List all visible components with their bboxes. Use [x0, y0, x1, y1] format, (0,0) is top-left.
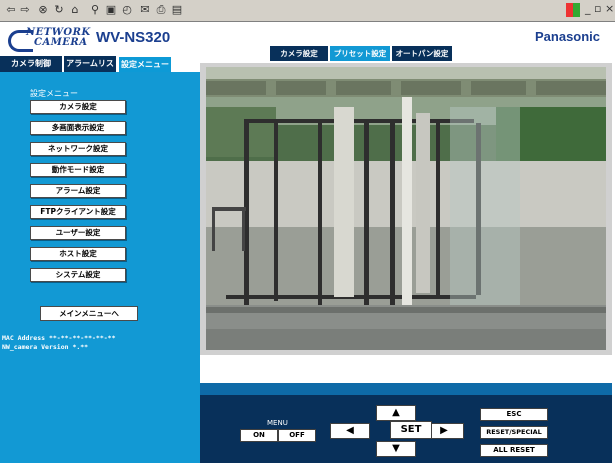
forward-icon[interactable]: ⇨ — [18, 3, 32, 17]
set-button[interactable]: SET — [390, 421, 432, 439]
print-icon[interactable]: ⎙ — [154, 3, 168, 17]
control-panel-header — [200, 383, 612, 395]
camera-view-frame — [200, 63, 612, 355]
reset-special-button[interactable]: RESET/SPECIAL — [480, 426, 548, 439]
menu-system-settings-button[interactable]: システム設定 — [30, 268, 126, 282]
menu-alarm-settings-button[interactable]: アラーム設定 — [30, 184, 126, 198]
tab-alarm-list[interactable]: アラームリスト — [64, 56, 116, 84]
favorites-icon[interactable]: ▣ — [104, 3, 118, 17]
tab-settings-menu[interactable]: 設定メニュー — [118, 56, 172, 72]
mail-icon[interactable]: ✉ — [138, 3, 152, 17]
menu-multiscreen-settings-button[interactable]: 多画面表示設定 — [30, 121, 126, 135]
all-reset-button[interactable]: ALL RESET — [480, 444, 548, 457]
home-icon[interactable]: ⌂ — [68, 3, 82, 17]
tab-preset-settings[interactable]: プリセット設定 — [330, 46, 390, 61]
menu-host-settings-button[interactable]: ホスト設定 — [30, 247, 126, 261]
version-text: NW_camera Version *.** — [2, 343, 89, 351]
tab-autopan-settings[interactable]: オートパン設定 — [392, 46, 452, 61]
main-menu-button[interactable]: メインメニューへ — [40, 306, 138, 321]
tab-camera-settings[interactable]: カメラ設定 — [270, 46, 328, 61]
search-icon[interactable]: ⚲ — [88, 3, 102, 17]
edit-icon[interactable]: ▤ — [170, 3, 184, 17]
history-icon[interactable]: ◴ — [120, 3, 134, 17]
refresh-icon[interactable]: ↻ — [52, 3, 66, 17]
menu-ftp-client-button[interactable]: FTPクライアント設定 — [30, 205, 126, 219]
browser-toolbar: ⇦ ⇨ ⊗ ↻ ⌂ ⚲ ▣ ◴ ✉ ⎙ ▤ _ ▫ × — [0, 0, 615, 22]
back-icon[interactable]: ⇦ — [4, 3, 18, 17]
window-controls[interactable]: _ ▫ × — [585, 2, 614, 15]
model-name: WV-NS320 — [96, 29, 171, 46]
tab-camera-control[interactable]: カメラ制御 — [0, 56, 62, 72]
stop-icon[interactable]: ⊗ — [36, 3, 50, 17]
left-arrow-button[interactable]: ◀ — [330, 423, 370, 439]
mac-address-text: MAC Address **-**-**-**-**-** — [2, 334, 116, 342]
device-info: MAC Address **-**-**-**-**-** NW_camera … — [2, 334, 116, 352]
menu-operation-mode-button[interactable]: 動作モード設定 — [30, 163, 126, 177]
windows-logo-icon — [566, 3, 580, 17]
menu-camera-settings-button[interactable]: カメラ設定 — [30, 100, 126, 114]
network-camera-logo: NETWORK CAMERA WV-NS320 — [4, 24, 204, 54]
menu-label: MENU — [267, 419, 288, 427]
brand-logo: Panasonic — [535, 29, 601, 44]
down-arrow-button[interactable]: ▼ — [376, 441, 416, 457]
settings-sidebar: 設定メニュー カメラ設定 多画面表示設定 ネットワーク設定 動作モード設定 アラ… — [0, 72, 200, 463]
menu-user-settings-button[interactable]: ユーザー設定 — [30, 226, 126, 240]
camera-live-image[interactable] — [206, 67, 606, 350]
menu-off-button[interactable]: OFF — [278, 429, 316, 442]
camera-control-panel: MENU ON OFF ▲ ▼ ◀ ▶ SET ESC RESET/SPECIA… — [200, 383, 612, 463]
up-arrow-button[interactable]: ▲ — [376, 405, 416, 421]
menu-network-settings-button[interactable]: ネットワーク設定 — [30, 142, 126, 156]
esc-button[interactable]: ESC — [480, 408, 548, 421]
sidebar-title: 設定メニュー — [30, 89, 78, 98]
logo-camera-text: CAMERA — [34, 37, 88, 48]
left-tab-bar: カメラ制御 アラームリスト 設定メニュー — [0, 56, 200, 84]
menu-on-button[interactable]: ON — [240, 429, 278, 442]
